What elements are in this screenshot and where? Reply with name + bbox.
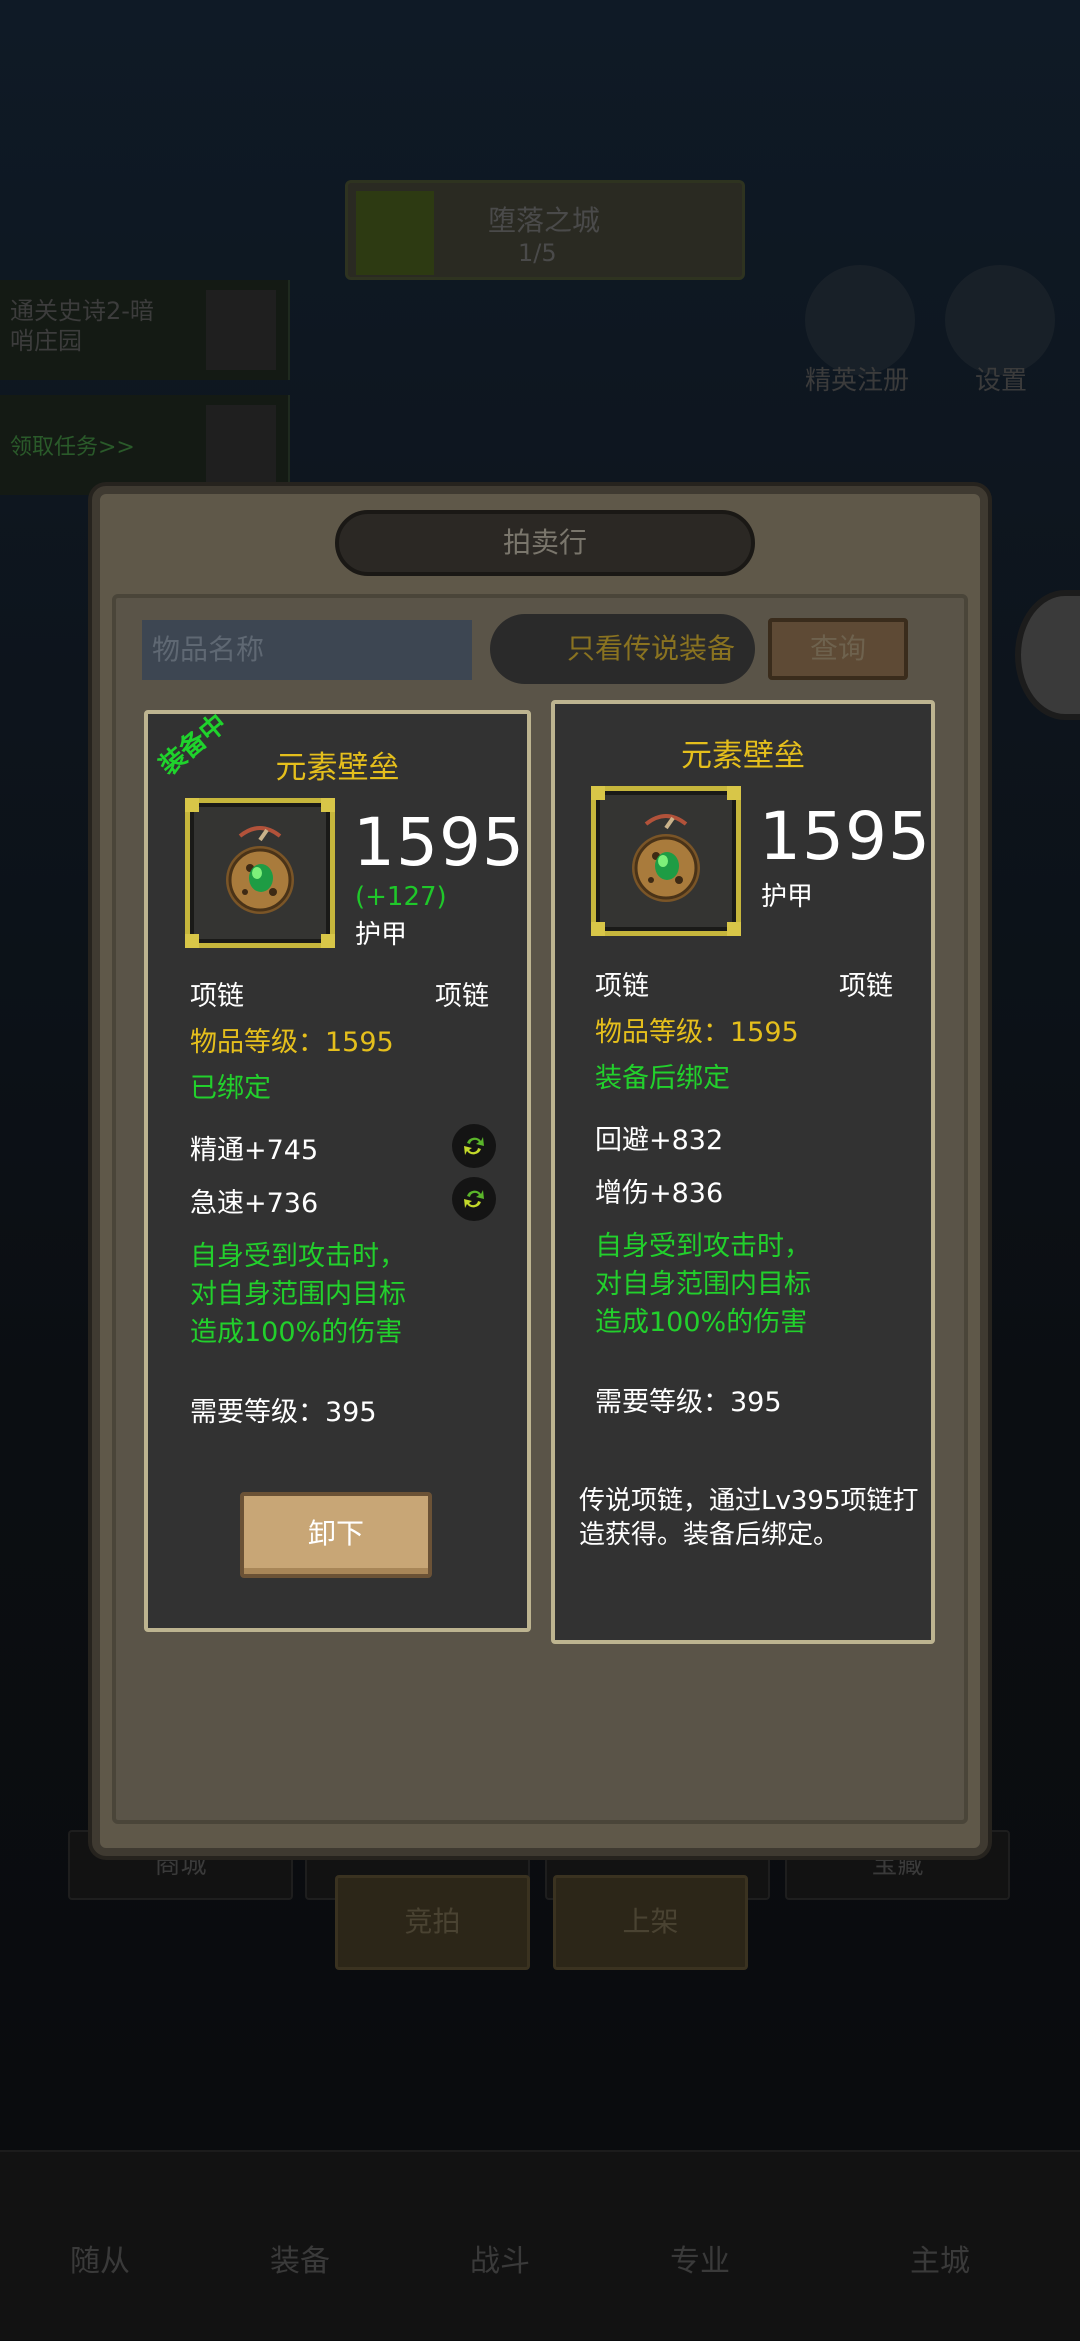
required-level: 需要等级：395: [190, 1397, 377, 1428]
legendary-only-toggle[interactable]: 只看传说装备: [490, 614, 755, 684]
compare-item-card: 元素壁垒 1595 护甲 项链 项链 物品等级：1595 装备后绑定 回避+83…: [551, 700, 935, 1644]
effect-line: 对自身范围内目标: [190, 1279, 406, 1310]
effect-line: 造成100%的伤害: [595, 1307, 808, 1338]
necklace-icon: [226, 826, 294, 914]
quest-tracker-item: 通关史诗2-暗 哨庄园: [0, 280, 290, 380]
required-level: 需要等级：395: [595, 1387, 782, 1418]
slot-type-left: 项链: [595, 971, 649, 1002]
stat-line: 急速+736: [190, 1188, 319, 1219]
item-name: 元素壁垒: [275, 750, 400, 786]
bind-status: 装备后绑定: [595, 1063, 730, 1094]
effect-line: 自身受到攻击时，: [190, 1241, 406, 1272]
bind-status: 已绑定: [190, 1073, 271, 1104]
stat-line: 精通+745: [190, 1135, 319, 1166]
armor-value: 1595: [759, 798, 931, 875]
modal-title: 拍卖行: [335, 510, 755, 576]
slot-type-right: 项链: [435, 981, 489, 1012]
quest-icon: [206, 405, 276, 485]
armor-label: 护甲: [355, 920, 408, 950]
quest-icon: [206, 290, 276, 370]
necklace-icon: [632, 814, 700, 902]
armor-label: 护甲: [761, 882, 814, 912]
settings-gear-icon: [945, 265, 1055, 375]
nav-tab-battle: 战斗: [400, 2150, 600, 2340]
armor-delta: (+127): [355, 882, 447, 912]
slot-type-left: 项链: [190, 981, 244, 1012]
stage-thumbnail: [356, 191, 434, 275]
quest-text: 领取任务>>: [10, 435, 135, 460]
auction-bid-button: 竞拍: [335, 1875, 530, 1970]
effect-line: 对自身范围内目标: [595, 1269, 811, 1300]
item-level: 物品等级：1595: [595, 1017, 799, 1048]
guild-register-icon: [805, 265, 915, 375]
item-description: 传说项链，通过Lv395项链打造获得。装备后绑定。: [579, 1486, 919, 1550]
item-icon-frame: [591, 786, 741, 936]
guild-register-label: 精英注册: [805, 366, 910, 396]
nav-tab-equipment: 装备: [200, 2150, 400, 2340]
stage-banner: 堕落之城 1/5: [345, 180, 745, 280]
unequip-button[interactable]: 卸下: [240, 1492, 432, 1578]
effect-line: 自身受到攻击时，: [595, 1231, 811, 1262]
nav-tab-main-city: 主城: [800, 2150, 1080, 2340]
stage-progress: 1/5: [518, 239, 557, 267]
slot-type-right: 项链: [839, 971, 893, 1002]
quest-tracker-item: 领取任务>>: [0, 395, 290, 495]
quest-text: 通关史诗2-暗 哨庄园: [10, 297, 154, 355]
effect-line: 造成100%的伤害: [190, 1317, 403, 1348]
nav-tab-followers: 随从: [0, 2150, 200, 2340]
reroll-stat-icon[interactable]: [452, 1177, 496, 1221]
item-icon-frame: [185, 798, 335, 948]
side-gear-icon: [1015, 590, 1080, 720]
item-level: 物品等级：1595: [190, 1027, 394, 1058]
item-name-search-input[interactable]: 物品名称: [142, 620, 472, 680]
stat-line: 回避+832: [595, 1125, 724, 1156]
reroll-stat-icon[interactable]: [452, 1124, 496, 1168]
list-item-button: 上架: [553, 1875, 748, 1970]
item-name: 元素壁垒: [681, 738, 805, 774]
stat-line: 增伤+836: [595, 1178, 724, 1209]
nav-tab-profession: 专业: [600, 2150, 800, 2340]
stage-name: 堕落之城: [488, 204, 601, 237]
armor-value: 1595: [353, 804, 525, 881]
equipped-item-card: 装备中 元素壁垒 1595 (+127) 护甲 项链 项链 物品等级：1595 …: [144, 708, 531, 1632]
settings-label: 设置: [975, 366, 1028, 396]
query-button[interactable]: 查询: [768, 618, 908, 680]
